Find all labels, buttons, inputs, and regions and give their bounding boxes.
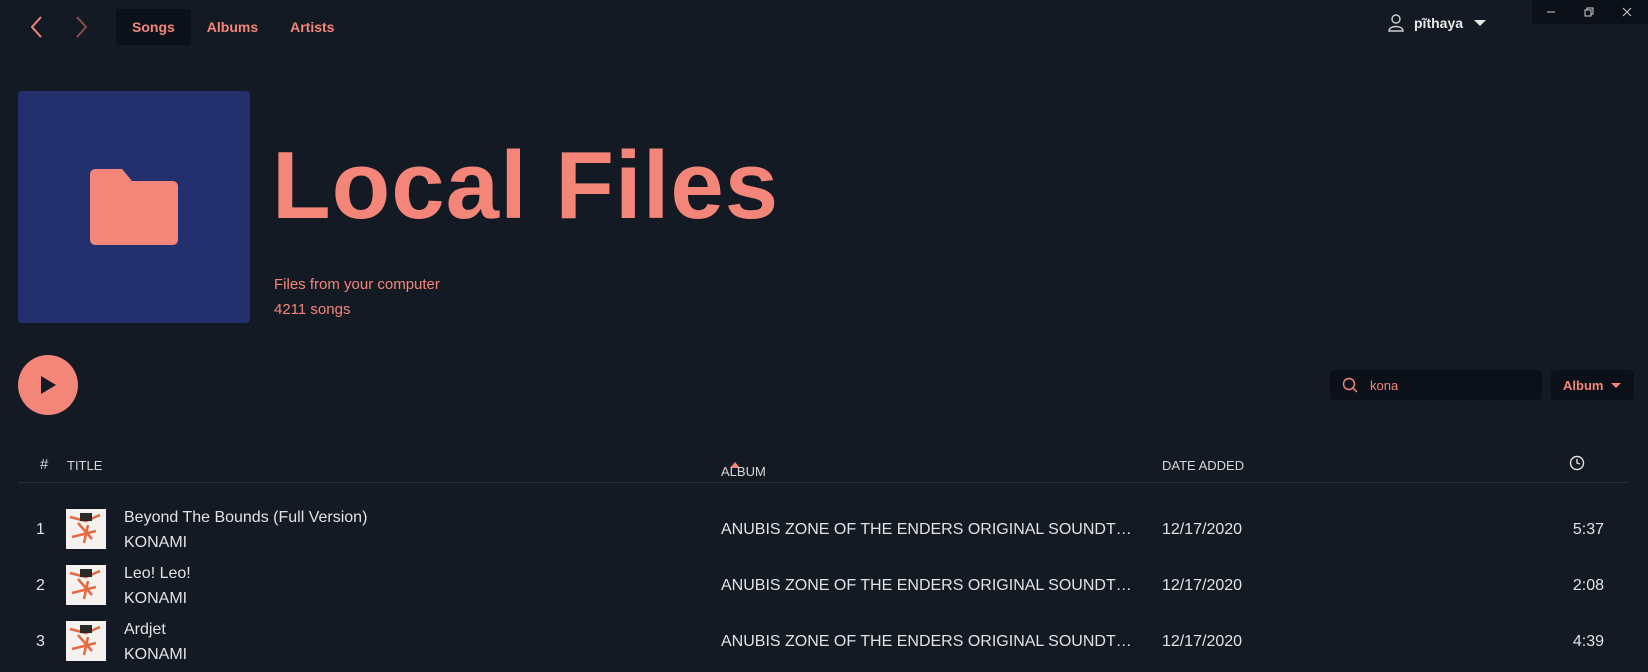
sort-dropdown[interactable]: Album [1551, 370, 1634, 400]
date-added: 12/17/2020 [1162, 521, 1243, 538]
folder-icon [90, 169, 178, 245]
song-title: Beyond The Bounds (Full Version) [124, 509, 368, 526]
search-icon [1330, 377, 1370, 393]
song-album[interactable]: ANUBIS ZONE OF THE ENDERS ORIGINAL SOUND… [721, 633, 1143, 651]
song-artist[interactable]: KONAMI [124, 530, 367, 555]
track-number: 3 [36, 633, 45, 650]
restore-icon [1584, 7, 1594, 17]
close-button[interactable] [1608, 0, 1646, 24]
track-number: 1 [36, 521, 45, 538]
song-title: Leo! Leo! [124, 565, 191, 582]
close-icon [1622, 7, 1632, 17]
restore-button[interactable] [1570, 0, 1608, 24]
tab-artists[interactable]: Artists [274, 9, 350, 45]
song-info: Ardjet KONAMI [124, 617, 187, 667]
song-artist[interactable]: KONAMI [124, 586, 191, 611]
table-row[interactable]: 1 Beyond The Bounds (Full Version) KONAM… [18, 503, 1628, 557]
top-bar: Songs Albums Artists pĩthaya [0, 0, 1648, 54]
play-icon [41, 376, 56, 394]
tab-albums[interactable]: Albums [191, 9, 274, 45]
minimize-icon [1547, 11, 1555, 13]
column-duration[interactable] [1569, 455, 1585, 474]
search-input[interactable] [1370, 377, 1530, 393]
tab-songs[interactable]: Songs [116, 9, 191, 45]
column-number[interactable]: # [40, 456, 48, 473]
song-duration: 4:39 [1572, 633, 1604, 650]
song-info: Beyond The Bounds (Full Version) KONAMI [124, 505, 367, 555]
clock-icon [1569, 455, 1585, 471]
user-menu[interactable]: pĩthaya [1388, 14, 1487, 32]
album-art [66, 621, 106, 661]
column-album[interactable]: ALBUM [721, 458, 766, 479]
song-album[interactable]: ANUBIS ZONE OF THE ENDERS ORIGINAL SOUND… [721, 577, 1143, 595]
nav-tabs: Songs Albums Artists [116, 9, 350, 45]
play-button[interactable] [18, 355, 78, 415]
column-date-added[interactable]: DATE ADDED [1162, 458, 1244, 473]
search-box [1330, 370, 1542, 400]
date-added: 12/17/2020 [1162, 633, 1243, 650]
chevron-right-icon [76, 16, 88, 38]
song-info: Leo! Leo! KONAMI [124, 561, 191, 611]
table-row[interactable]: 2 Leo! Leo! KONAMI ANUBIS ZONE OF THE EN… [18, 559, 1628, 613]
chevron-left-icon [30, 16, 42, 38]
table-header: # TITLE ALBUM DATE ADDED [18, 452, 1628, 483]
user-icon [1388, 14, 1404, 32]
user-name: pĩthaya [1414, 15, 1464, 31]
song-artist[interactable]: KONAMI [124, 642, 187, 667]
song-album[interactable]: ANUBIS ZONE OF THE ENDERS ORIGINAL SOUND… [721, 521, 1143, 539]
page-title: Local Files [272, 132, 780, 239]
song-duration: 5:37 [1572, 521, 1604, 538]
minimize-button[interactable] [1532, 0, 1570, 24]
table-row[interactable]: 3 Ardjet KONAMI ANUBIS ZONE OF THE ENDER… [18, 615, 1628, 669]
date-added: 12/17/2020 [1162, 577, 1243, 594]
caret-down-icon [1611, 382, 1621, 388]
back-button[interactable] [24, 13, 50, 41]
track-number: 2 [36, 577, 45, 594]
song-count: 4211 songs [274, 301, 351, 318]
caret-down-icon [1474, 20, 1487, 26]
forward-button[interactable] [68, 13, 94, 41]
song-title: Ardjet [124, 621, 166, 638]
column-title[interactable]: TITLE [67, 458, 102, 473]
column-album-label: ALBUM [721, 464, 766, 479]
song-duration: 2:08 [1572, 577, 1604, 594]
album-art [66, 565, 106, 605]
playlist-cover [18, 91, 250, 323]
album-art [66, 509, 106, 549]
sort-label: Album [1563, 377, 1604, 393]
page-subtitle: Files from your computer [274, 276, 440, 293]
window-controls [1532, 0, 1648, 24]
